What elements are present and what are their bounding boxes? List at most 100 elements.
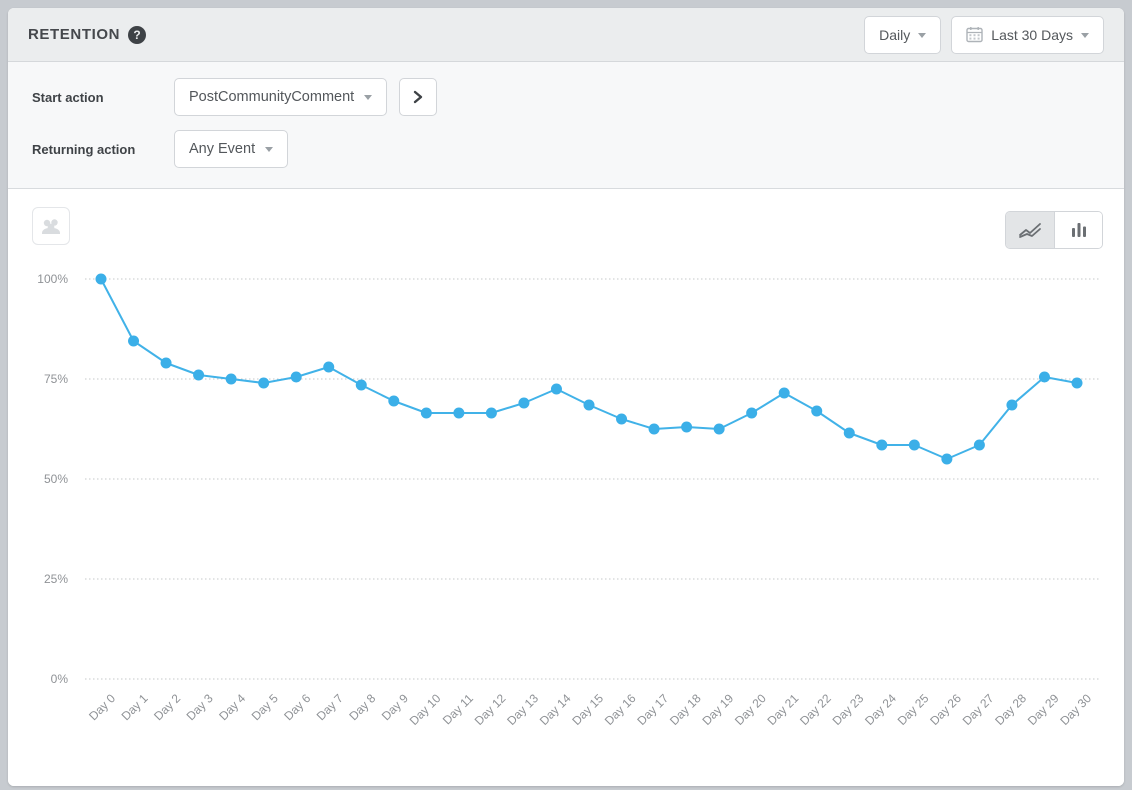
x-axis-tick-label: Day 30 bbox=[1057, 691, 1094, 728]
returning-action-row: Returning action Any Event bbox=[32, 130, 1100, 168]
data-point-day-23[interactable] bbox=[844, 428, 855, 439]
data-point-day-8[interactable] bbox=[356, 380, 367, 391]
y-axis-tick-label: 25% bbox=[44, 572, 68, 586]
x-axis-tick-label: Day 0 bbox=[86, 691, 118, 723]
data-point-day-5[interactable] bbox=[258, 378, 269, 389]
data-point-day-24[interactable] bbox=[876, 440, 887, 451]
x-axis-tick-label: Day 26 bbox=[927, 691, 964, 728]
data-point-day-20[interactable] bbox=[746, 408, 757, 419]
returning-action-value: Any Event bbox=[189, 141, 255, 157]
data-point-day-29[interactable] bbox=[1039, 372, 1050, 383]
x-axis-tick-label: Day 20 bbox=[732, 691, 769, 728]
data-point-day-2[interactable] bbox=[161, 358, 172, 369]
x-axis-tick-label: Day 3 bbox=[184, 691, 216, 723]
granularity-value: Daily bbox=[879, 27, 910, 43]
data-point-day-14[interactable] bbox=[551, 384, 562, 395]
x-axis-tick-label: Day 27 bbox=[960, 691, 997, 728]
data-point-day-9[interactable] bbox=[388, 396, 399, 407]
help-icon[interactable]: ? bbox=[128, 26, 146, 44]
granularity-dropdown[interactable]: Daily bbox=[864, 16, 941, 54]
retention-report-panel: RETENTION ? Daily bbox=[8, 8, 1124, 786]
data-point-day-18[interactable] bbox=[681, 422, 692, 433]
data-point-day-11[interactable] bbox=[453, 408, 464, 419]
x-axis-tick-label: Day 28 bbox=[992, 691, 1029, 728]
data-point-day-6[interactable] bbox=[291, 372, 302, 383]
x-axis-tick-label: Day 24 bbox=[862, 691, 899, 728]
start-action-row: Start action PostCommunityComment bbox=[32, 78, 1100, 116]
chevron-right-icon bbox=[412, 90, 424, 104]
x-axis-tick-label: Day 23 bbox=[830, 691, 867, 728]
x-axis-tick-label: Day 29 bbox=[1025, 691, 1062, 728]
data-point-day-3[interactable] bbox=[193, 370, 204, 381]
data-point-day-30[interactable] bbox=[1072, 378, 1083, 389]
x-axis-tick-label: Day 21 bbox=[765, 691, 802, 728]
data-point-day-21[interactable] bbox=[779, 388, 790, 399]
start-action-value: PostCommunityComment bbox=[189, 89, 354, 105]
x-axis-tick-label: Day 17 bbox=[634, 691, 671, 728]
data-point-day-7[interactable] bbox=[323, 362, 334, 373]
date-range-dropdown[interactable]: Last 30 Days bbox=[951, 16, 1104, 54]
y-axis-tick-label: 75% bbox=[44, 372, 68, 386]
x-axis-tick-label: Day 6 bbox=[281, 691, 313, 723]
start-action-dropdown[interactable]: PostCommunityComment bbox=[174, 78, 387, 116]
start-action-label: Start action bbox=[32, 90, 174, 105]
users-icon bbox=[40, 216, 62, 236]
data-point-day-15[interactable] bbox=[584, 400, 595, 411]
y-axis-tick-label: 100% bbox=[37, 272, 68, 286]
y-axis-tick-label: 50% bbox=[44, 472, 68, 486]
data-point-day-26[interactable] bbox=[941, 454, 952, 465]
calendar-icon bbox=[966, 26, 983, 43]
page-title: RETENTION bbox=[28, 26, 120, 43]
x-axis-tick-label: Day 18 bbox=[667, 691, 704, 728]
chart-section: 100% 75% 50% 25% 0% Day 0Day 1Day 2Day 3Day 4… bbox=[8, 189, 1124, 786]
chevron-down-icon bbox=[364, 95, 372, 100]
x-axis-tick-label: Day 10 bbox=[407, 691, 444, 728]
data-point-day-25[interactable] bbox=[909, 440, 920, 451]
data-point-day-0[interactable] bbox=[96, 274, 107, 285]
data-point-day-27[interactable] bbox=[974, 440, 985, 451]
data-point-day-1[interactable] bbox=[128, 336, 139, 347]
data-point-day-10[interactable] bbox=[421, 408, 432, 419]
data-point-day-16[interactable] bbox=[616, 414, 627, 425]
x-axis-tick-label: Day 11 bbox=[440, 691, 476, 727]
returning-action-dropdown[interactable]: Any Event bbox=[174, 130, 288, 168]
data-point-day-22[interactable] bbox=[811, 406, 822, 417]
date-range-value: Last 30 Days bbox=[991, 27, 1073, 43]
chevron-down-icon bbox=[265, 147, 273, 152]
bar-chart-toggle[interactable] bbox=[1054, 212, 1102, 248]
returning-action-label: Returning action bbox=[32, 142, 174, 157]
action-selectors: Start action PostCommunityComment Return… bbox=[8, 62, 1124, 189]
chevron-down-icon bbox=[1081, 33, 1089, 38]
line-chart-toggle[interactable] bbox=[1006, 212, 1054, 248]
retention-line-chart: 100% 75% 50% 25% 0% Day 0Day 1Day 2Day 3Day 4… bbox=[8, 189, 1124, 763]
x-axis-tick-label: Day 8 bbox=[346, 691, 378, 723]
x-axis-tick-label: Day 4 bbox=[216, 691, 248, 723]
data-point-day-13[interactable] bbox=[518, 398, 529, 409]
chevron-down-icon bbox=[918, 33, 926, 38]
data-point-day-17[interactable] bbox=[649, 424, 660, 435]
data-point-day-28[interactable] bbox=[1006, 400, 1017, 411]
y-axis-tick-label: 0% bbox=[51, 672, 69, 686]
data-point-day-12[interactable] bbox=[486, 408, 497, 419]
bar-chart-icon bbox=[1069, 221, 1089, 239]
x-axis-tick-label: Day 5 bbox=[249, 691, 281, 723]
x-axis-tick-label: Day 7 bbox=[314, 691, 346, 723]
line-chart-icon bbox=[1018, 221, 1042, 239]
x-axis-tick-label: Day 25 bbox=[895, 691, 932, 728]
data-point-day-4[interactable] bbox=[226, 374, 237, 385]
x-axis-tick-label: Day 2 bbox=[151, 691, 183, 723]
x-axis-tick-label: Day 19 bbox=[699, 691, 736, 728]
data-point-day-19[interactable] bbox=[714, 424, 725, 435]
expand-action-button[interactable] bbox=[399, 78, 437, 116]
x-axis-tick-label: Day 15 bbox=[569, 691, 606, 728]
x-axis-tick-label: Day 14 bbox=[537, 691, 574, 728]
x-axis-tick-label: Day 13 bbox=[504, 691, 541, 728]
show-users-button[interactable] bbox=[32, 207, 70, 245]
retention-line bbox=[101, 279, 1077, 459]
x-axis-tick-label: Day 1 bbox=[119, 691, 151, 723]
report-header: RETENTION ? Daily bbox=[8, 8, 1124, 62]
chart-type-toggle bbox=[1005, 211, 1103, 249]
x-axis-tick-label: Day 22 bbox=[797, 691, 834, 728]
x-axis-tick-label: Day 16 bbox=[602, 691, 639, 728]
x-axis-tick-label: Day 12 bbox=[472, 691, 509, 728]
